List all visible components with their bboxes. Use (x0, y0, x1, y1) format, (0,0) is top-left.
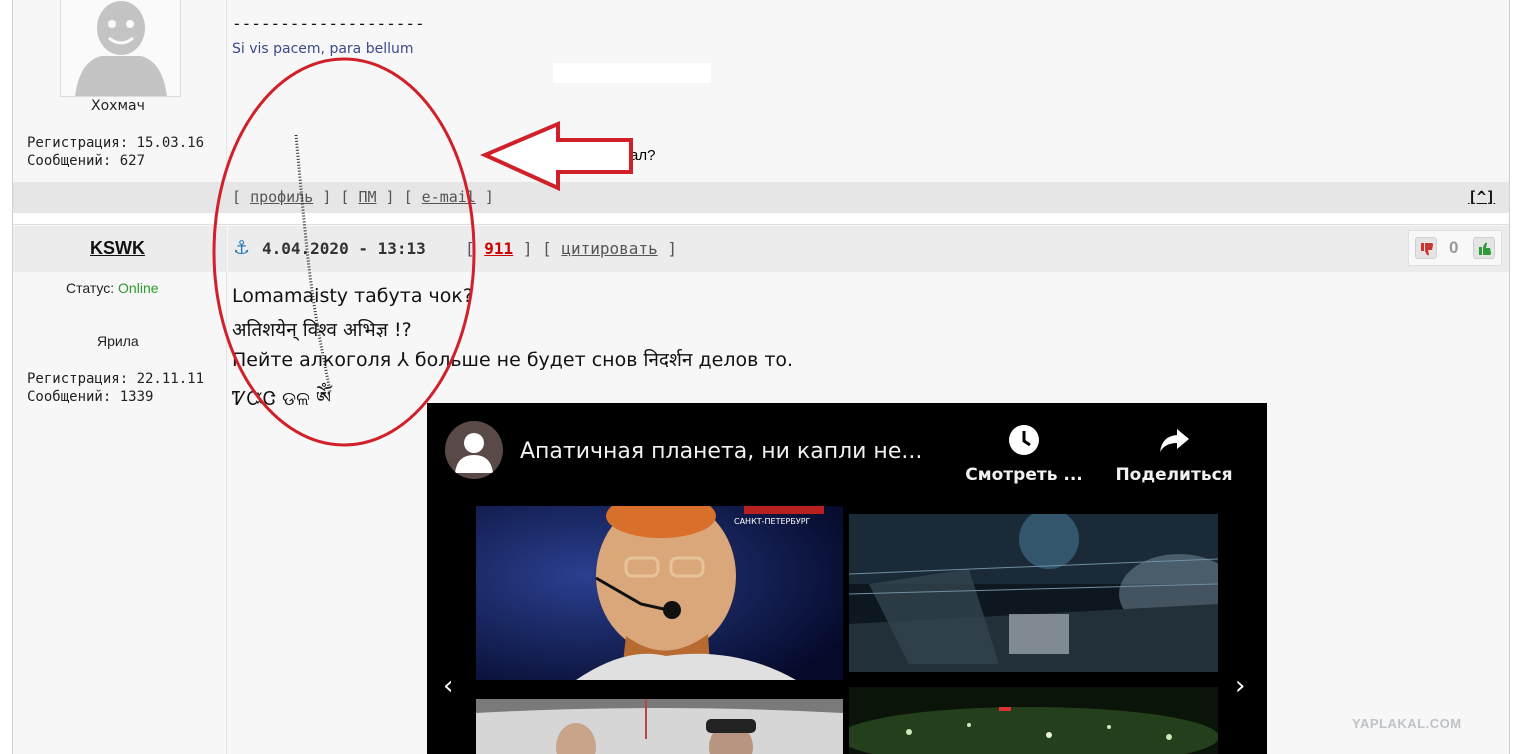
signature-text: Si vis pacem, para bellum (232, 41, 414, 57)
share-icon (1160, 429, 1189, 452)
bracket: ] [ (322, 188, 350, 206)
user-rank: Ярила (97, 333, 139, 349)
user-status: Статус: Online (66, 280, 159, 296)
status-online: Online (118, 280, 159, 296)
watch-later-label: Смотреть ... (965, 465, 1083, 485)
rating-widget: 0 (1408, 230, 1502, 266)
share-label: Поделиться (1115, 465, 1233, 485)
post1-username[interactable]: Хохмач (91, 98, 145, 114)
profile-link[interactable]: профиль (250, 188, 313, 206)
bracket: ] [ (385, 188, 413, 206)
video-thumbnail[interactable] (476, 699, 843, 754)
video-title[interactable]: Апатичная планета, ни капли не... (520, 439, 922, 464)
post-separator (13, 213, 1509, 225)
pm-link[interactable]: ПМ (358, 188, 376, 206)
avatar[interactable] (60, 0, 181, 97)
signature-divider: -------------------- (232, 14, 425, 33)
rating-count: 0 (1449, 238, 1459, 257)
video-thumbnail[interactable] (849, 687, 1218, 754)
post1-messages: Сообщений: 627 (27, 153, 146, 169)
post1-links: [ профиль ] [ ПМ ] [ e-mail ] (232, 188, 494, 206)
like-icon (1479, 242, 1491, 255)
bracket: [ (232, 188, 242, 206)
chevron-right-icon[interactable]: › (1235, 671, 1245, 701)
dislike-button[interactable] (1415, 237, 1437, 259)
like-button[interactable] (1473, 237, 1495, 259)
bracket: ] [ (522, 239, 552, 258)
email-link[interactable]: e-mail (422, 188, 476, 206)
post-number-link[interactable]: 911 (484, 239, 513, 258)
post-body-line: अतिशयेन् विश्व अभिज्ञ !? (232, 319, 412, 341)
clock-icon (1009, 425, 1039, 455)
post2-username[interactable]: KSWK (90, 238, 145, 259)
scroll-top-link[interactable]: [^] (1468, 188, 1495, 206)
bracket: [ (465, 239, 475, 258)
watch-later-button[interactable]: Смотреть ... (959, 423, 1089, 485)
anchor-icon[interactable]: ⚓ (233, 237, 250, 259)
quote-link[interactable]: цитировать (561, 239, 657, 258)
status-label: Статус: (66, 280, 115, 296)
post-datetime: 4.04.2020 - 13:13 (262, 239, 426, 258)
annotation-text: Как ты это сделал? (521, 147, 656, 164)
post2-registration: Регистрация: 22.11.11 (27, 371, 205, 387)
post-body-line: Пейте алкоголя ⅄ больше не будет снов नि… (232, 349, 794, 371)
channel-avatar[interactable] (445, 421, 503, 479)
blank-box (553, 63, 711, 83)
chevron-left-icon[interactable]: ‹ (443, 671, 453, 701)
post2-messages: Сообщений: 1339 (27, 389, 154, 405)
youtube-embed[interactable]: Апатичная планета, ни капли не... Смотре… (427, 403, 1267, 754)
bracket: ] (484, 188, 494, 206)
dislike-icon (1421, 243, 1433, 256)
post2-links: [ 911 ] [ цитировать ] (465, 239, 677, 258)
video-thumbnail[interactable] (849, 514, 1218, 672)
thumb-caption: САНКТ-ПЕТЕРБУРГ (734, 517, 811, 526)
watermark: YAPLAKAL.COM (1352, 716, 1462, 731)
bracket: ] (667, 239, 677, 258)
post-body-line: Lomamaisty табута чок? (232, 285, 473, 307)
post1-registration: Регистрация: 15.03.16 (27, 135, 205, 151)
share-button[interactable]: Поделиться (1109, 423, 1239, 485)
video-thumbnail[interactable]: САНКТ-ПЕТЕРБУРГ (476, 506, 843, 680)
post-body-line: ᏤᏨᏣ ଡଳ ༀ (232, 388, 332, 410)
